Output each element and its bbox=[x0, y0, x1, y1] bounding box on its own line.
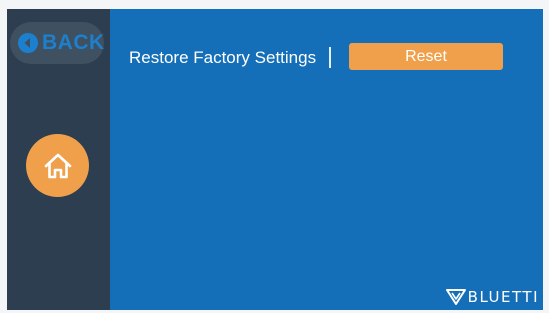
separator bbox=[329, 47, 331, 68]
home-button[interactable] bbox=[26, 134, 89, 197]
reset-button-label: Reset bbox=[405, 47, 447, 65]
device-screen: BACK Restore Factory Settings Reset BLUE… bbox=[7, 9, 543, 310]
bluetti-logo-icon bbox=[445, 289, 466, 305]
back-label: BACK bbox=[42, 31, 105, 54]
back-button[interactable]: BACK bbox=[10, 22, 104, 64]
reset-button[interactable]: Reset bbox=[349, 43, 503, 70]
brand-name: BLUETTI bbox=[467, 288, 539, 306]
chevron-left-circle-icon bbox=[18, 33, 38, 53]
home-icon bbox=[44, 153, 71, 178]
settings-panel: Restore Factory Settings Reset BLUETTI bbox=[110, 9, 543, 310]
brand-logo: BLUETTI bbox=[445, 288, 539, 306]
restore-factory-settings-label: Restore Factory Settings bbox=[129, 48, 317, 67]
sidebar: BACK bbox=[7, 9, 110, 310]
